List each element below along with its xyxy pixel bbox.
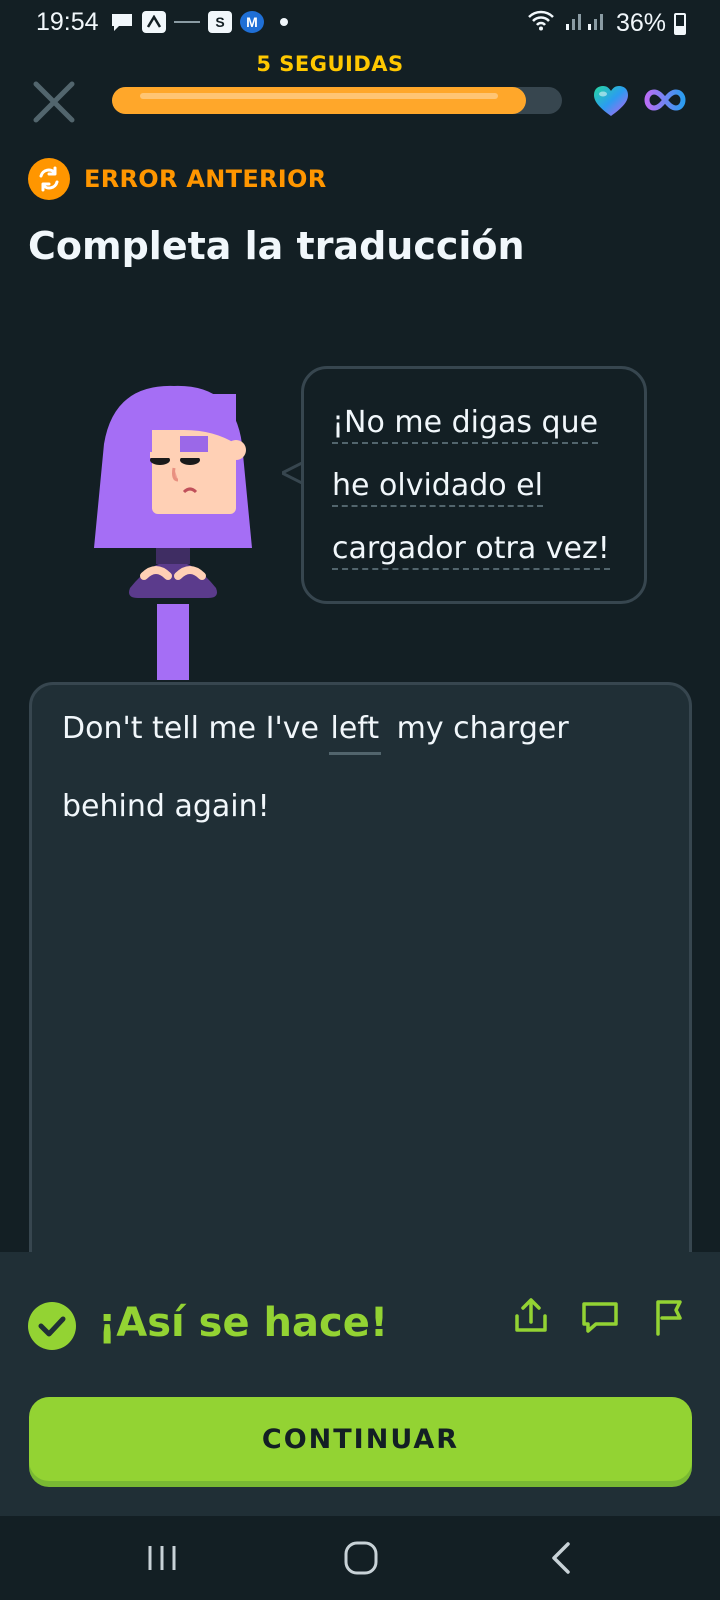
close-icon xyxy=(33,81,75,123)
app-icon-news xyxy=(174,11,200,33)
bubble-line-2[interactable]: he olvidado el xyxy=(332,454,610,517)
status-bar: 19:54 S M 36% xyxy=(0,0,720,48)
comment-button[interactable] xyxy=(578,1294,622,1338)
bubble-line-1[interactable]: ¡No me digas que xyxy=(332,391,610,454)
app-icon-a xyxy=(142,11,166,33)
heart-icon[interactable] xyxy=(592,84,630,118)
battery-text: 36% xyxy=(615,9,666,37)
answer-box: Don't tell me I've left my charger behin… xyxy=(29,682,692,1282)
battery-icon xyxy=(674,12,686,35)
speech-bubble: ¡No me digas que he olvidado el cargador… xyxy=(301,366,647,604)
progress-fill xyxy=(112,87,526,114)
status-right: 36% xyxy=(526,8,686,39)
share-icon xyxy=(515,1298,547,1332)
home-icon xyxy=(344,1541,378,1575)
close-button[interactable] xyxy=(32,80,76,124)
dot-icon xyxy=(272,11,296,33)
flag-icon xyxy=(656,1300,682,1336)
status-time: 19:54 xyxy=(36,8,99,36)
infinity-icon[interactable] xyxy=(644,88,686,112)
message-icon xyxy=(110,11,134,33)
check-icon xyxy=(28,1302,76,1350)
bubble-line-3[interactable]: cargador otra vez! xyxy=(332,517,610,580)
report-button[interactable] xyxy=(648,1294,692,1338)
back-icon xyxy=(552,1542,570,1574)
feedback-message: ¡Así se hace! xyxy=(98,1300,389,1346)
comment-icon xyxy=(582,1302,618,1333)
app-icon-m: M xyxy=(240,11,264,33)
back-button[interactable] xyxy=(538,1536,586,1580)
streak-label: 5 SEGUIDAS xyxy=(256,52,404,76)
share-button[interactable] xyxy=(509,1294,553,1338)
previous-mistake-label: ERROR ANTERIOR xyxy=(84,165,327,193)
progress-shine xyxy=(140,93,498,99)
navigation-bar xyxy=(0,1516,720,1600)
bubble-text: ¡No me digas que he olvidado el cargador… xyxy=(332,391,610,580)
blank-answer-word[interactable]: left xyxy=(328,711,382,755)
continue-button[interactable]: CONTINUAR xyxy=(29,1397,692,1481)
answer-text-after: my charger xyxy=(396,711,569,746)
wifi-icon xyxy=(526,8,556,39)
lesson-progress-bar xyxy=(112,87,562,114)
answer-line-1: Don't tell me I've left my charger xyxy=(62,711,569,755)
app-icon-s: S xyxy=(208,11,232,33)
home-button[interactable] xyxy=(337,1536,385,1580)
page-title: Completa la traducción xyxy=(28,224,525,268)
repeat-icon xyxy=(28,158,70,200)
character-illustration xyxy=(94,384,264,680)
signal-icon xyxy=(564,9,608,38)
answer-line-2: behind again! xyxy=(62,789,270,824)
notification-icons: S M xyxy=(110,11,296,33)
recent-apps-button[interactable] xyxy=(138,1536,186,1580)
answer-text-before: Don't tell me I've xyxy=(62,711,319,746)
feedback-panel: ¡Así se hace! CONTINUAR xyxy=(0,1252,720,1516)
recent-apps-icon xyxy=(148,1546,176,1570)
